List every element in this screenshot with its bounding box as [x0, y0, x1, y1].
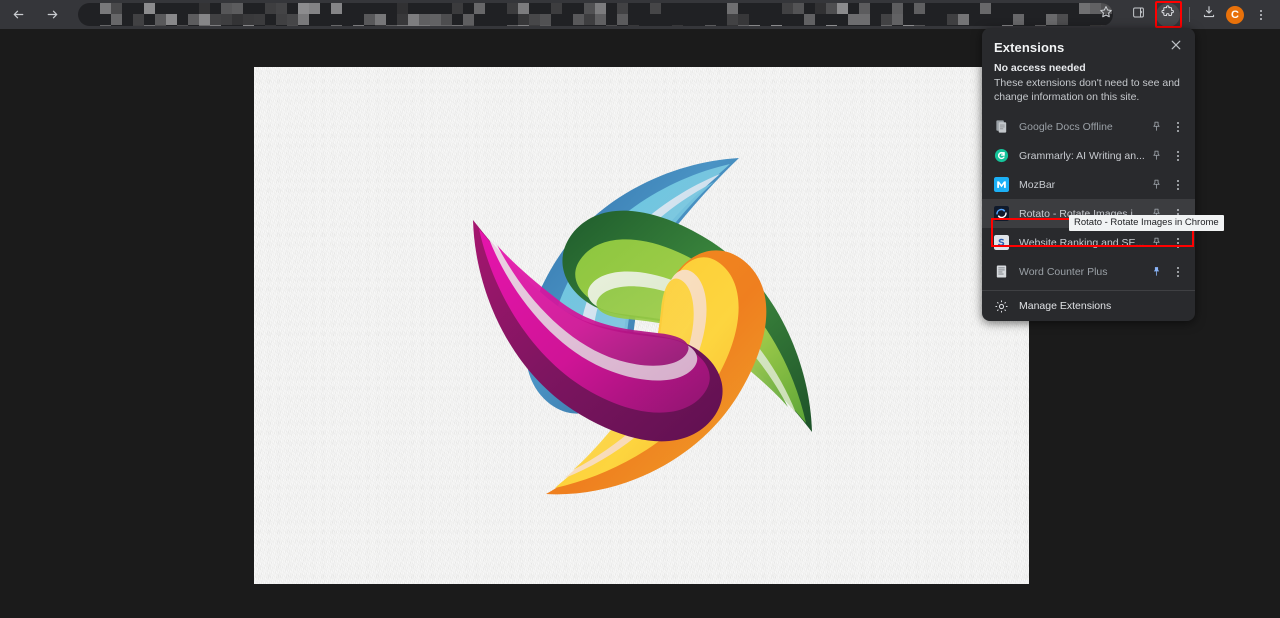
side-panel-icon	[1132, 6, 1145, 24]
pin-icon[interactable]	[1147, 263, 1165, 281]
back-button[interactable]	[4, 1, 32, 29]
puzzle-piece-icon	[1161, 5, 1175, 24]
toolbar-right-group: C	[1093, 0, 1280, 29]
pin-icon[interactable]	[1147, 147, 1165, 165]
toolbar-divider	[1189, 7, 1190, 22]
extension-name: Google Docs Offline	[1019, 120, 1113, 133]
pin-icon[interactable]	[1147, 118, 1165, 136]
list-item[interactable]: Website Ranking and SE...	[982, 228, 1195, 257]
extension-name: Grammarly: AI Writing an...	[1019, 149, 1145, 162]
access-section-description: These extensions don't need to see and c…	[994, 77, 1180, 104]
rotato-tooltip: Rotato - Rotate Images in Chrome	[1069, 215, 1224, 231]
gear-icon	[994, 299, 1009, 314]
popup-header: Extensions	[982, 28, 1195, 60]
manage-extensions-button[interactable]: Manage Extensions	[982, 291, 1195, 321]
pin-icon[interactable]	[1147, 176, 1165, 194]
list-item[interactable]: Google Docs Offline	[982, 112, 1195, 141]
access-section: No access needed These extensions don't …	[982, 60, 1195, 112]
downloads-button[interactable]	[1196, 2, 1222, 28]
star-icon	[1099, 5, 1113, 24]
colorful-pinwheel-logo	[472, 157, 812, 494]
image-viewer[interactable]	[254, 67, 1029, 584]
manage-extensions-label: Manage Extensions	[1019, 300, 1112, 313]
extensions-toolbar-button-wrap	[1153, 0, 1183, 29]
list-item[interactable]: Word Counter Plus	[982, 257, 1195, 286]
website-ranking-seo-icon	[994, 235, 1009, 251]
extension-name: MozBar	[1019, 178, 1056, 191]
mozbar-icon	[994, 177, 1009, 193]
list-item[interactable]: MozBar	[982, 170, 1195, 199]
list-item[interactable]: Grammarly: AI Writing an...	[982, 141, 1195, 170]
three-dot-menu-icon[interactable]	[1169, 176, 1187, 194]
browser-toolbar: C	[0, 0, 1280, 29]
extensions-list: Google Docs Offline Grammarly: AI Writin…	[982, 112, 1195, 286]
extension-name: Word Counter Plus	[1019, 265, 1108, 278]
arrow-right-icon	[45, 7, 60, 22]
rotato-icon	[994, 206, 1009, 222]
side-panel-button[interactable]	[1125, 2, 1151, 28]
redacted-url-text	[78, 3, 1113, 26]
three-dot-menu-icon[interactable]	[1169, 234, 1187, 252]
popup-title: Extensions	[994, 39, 1065, 55]
google-docs-offline-icon	[994, 119, 1009, 134]
word-counter-plus-icon	[994, 264, 1009, 279]
three-dot-menu-icon	[1260, 9, 1262, 20]
profile-avatar[interactable]: C	[1226, 5, 1244, 24]
address-bar[interactable]	[78, 3, 1113, 26]
arrow-left-icon	[11, 7, 26, 22]
extensions-popup: Extensions No access needed These extens…	[982, 28, 1195, 322]
extension-name: Website Ranking and SE...	[1019, 236, 1145, 249]
three-dot-menu-icon[interactable]	[1169, 147, 1187, 165]
three-dot-menu-icon[interactable]	[1169, 263, 1187, 281]
bookmark-star-button[interactable]	[1093, 2, 1119, 28]
close-icon	[1170, 38, 1182, 56]
close-button[interactable]	[1167, 38, 1185, 56]
grammarly-icon	[994, 148, 1009, 163]
download-icon	[1202, 5, 1216, 24]
forward-button[interactable]	[38, 1, 66, 29]
three-dot-menu-icon[interactable]	[1169, 118, 1187, 136]
access-section-heading: No access needed	[994, 62, 1086, 74]
pin-icon[interactable]	[1147, 234, 1165, 252]
extensions-toolbar-button[interactable]	[1156, 2, 1180, 27]
chrome-menu-button[interactable]	[1248, 2, 1274, 28]
